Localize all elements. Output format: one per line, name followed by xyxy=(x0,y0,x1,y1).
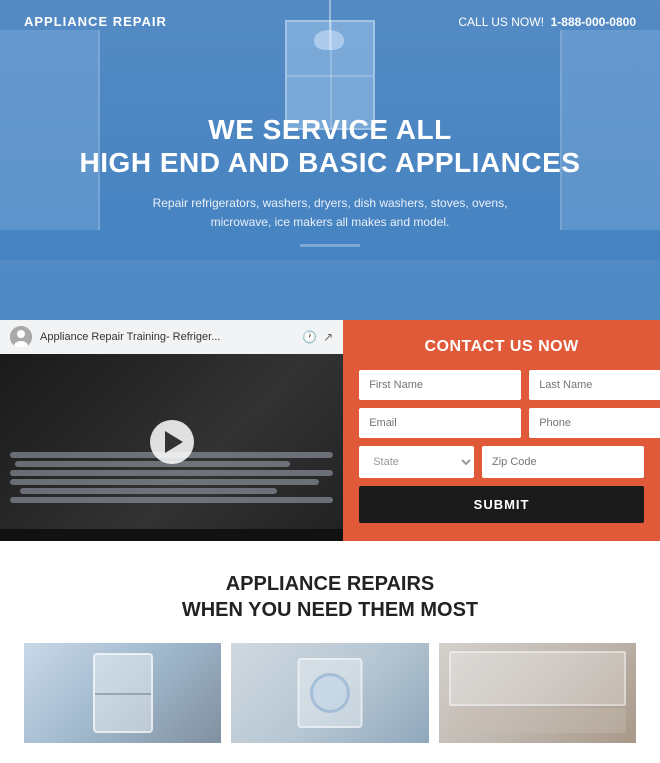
watch-later-icon[interactable]: 🕐 xyxy=(302,330,317,344)
first-name-input[interactable] xyxy=(359,370,521,400)
fridge-card xyxy=(24,643,221,743)
bottom-title: APPLIANCE REPAIRS WHEN YOU NEED THEM MOS… xyxy=(24,571,636,623)
hero-subtitle: Repair refrigerators, washers, dryers, d… xyxy=(150,194,510,232)
last-name-input[interactable] xyxy=(529,370,660,400)
form-title: CONTACT US NOW xyxy=(359,338,644,356)
kitchen-card xyxy=(439,643,636,743)
email-input[interactable] xyxy=(359,408,521,438)
video-title: Appliance Repair Training- Refriger... xyxy=(40,331,294,343)
zip-input[interactable] xyxy=(482,446,644,478)
cta-text: CALL US NOW! xyxy=(458,15,544,29)
washer-card xyxy=(231,643,428,743)
location-row: State ALAKAZ CACOFL GAILNY TX xyxy=(359,446,644,478)
site-logo: APPLIANCE REPAIR xyxy=(24,14,167,29)
phone-input[interactable] xyxy=(529,408,660,438)
contact-form-panel: CONTACT US NOW State ALAKAZ CACOFL GAILN… xyxy=(343,320,660,541)
video-frame[interactable] xyxy=(0,354,343,529)
submit-button[interactable]: SUBMIT xyxy=(359,486,644,523)
phone-digits: 1-888-000-0800 xyxy=(551,15,636,29)
play-button[interactable] xyxy=(150,420,194,464)
video-actions: 🕐 ↗ xyxy=(302,330,333,344)
hero-title: WE SERVICE ALL HIGH END AND BASIC APPLIA… xyxy=(80,113,581,180)
hero-divider xyxy=(300,244,360,247)
name-row xyxy=(359,370,644,400)
video-avatar xyxy=(10,326,32,348)
contact-row xyxy=(359,408,644,438)
video-topbar: Appliance Repair Training- Refriger... 🕐… xyxy=(0,320,343,354)
bottom-section: APPLIANCE REPAIRS WHEN YOU NEED THEM MOS… xyxy=(0,541,660,763)
share-icon[interactable]: ↗ xyxy=(323,330,333,344)
video-panel: Appliance Repair Training- Refriger... 🕐… xyxy=(0,320,343,541)
phone-number: CALL US NOW! 1-888-000-0800 xyxy=(458,15,636,29)
state-select[interactable]: State ALAKAZ CACOFL GAILNY TX xyxy=(359,446,474,478)
service-cards xyxy=(24,643,636,743)
